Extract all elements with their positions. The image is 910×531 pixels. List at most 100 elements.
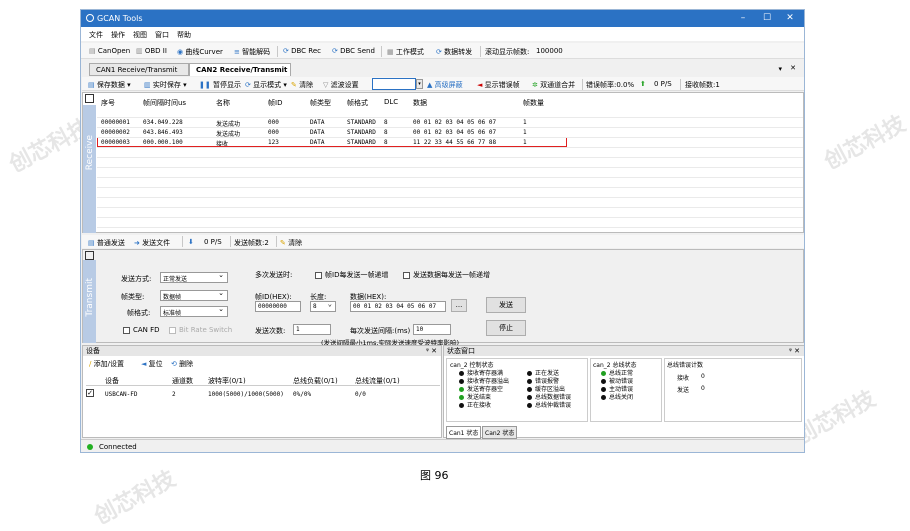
pin-close-icon[interactable]: ᵠ ✕ [789,346,800,356]
menu-file[interactable]: 文件 [89,30,103,40]
workmode-button[interactable]: ▦ 工作模式 [387,47,424,57]
data-increment-checkbox[interactable]: 发送数据每发送一帧递增 [403,270,490,280]
dropdown-icon[interactable]: ▾ [778,65,782,73]
decode-label: 智能解码 [242,48,271,56]
save-data-label: 保存数据 [96,81,125,89]
cell: USBCAN-FD [105,391,138,398]
length-select[interactable]: 8 [310,300,336,312]
frame-id-input[interactable]: 00000000 [255,301,301,312]
obd-button[interactable]: ▥ OBD II [136,47,167,55]
dbc-send-button[interactable]: ⟳ DBC Send [332,47,375,55]
add-device-button[interactable]: / 添加/设置 [89,359,124,369]
reset-button[interactable]: ◄ 复位 [141,359,163,369]
col-format: 帧格式 [347,99,368,107]
send-times-input[interactable]: 1 [293,324,331,335]
send-panel: Transmit 发送方式: 正常发送 帧类型: 数据帧 帧格式: 标准帧 CA… [82,249,804,347]
close-button[interactable]: ✕ [781,12,799,25]
advanced-mask-button[interactable]: ▲ 高级屏蔽 [427,80,463,90]
id-increment-label: 帧ID每发送一帧递增 [325,271,389,279]
cell: 043.846.493 [143,129,183,136]
forward-button[interactable]: ⟳ 数据转发 [436,47,472,57]
more-button[interactable]: ... [451,299,467,312]
send-file-label: 发送文件 [142,239,171,247]
error-rate: 错误帧率:0.0% [586,81,635,89]
device-checkbox[interactable]: ✓ [86,389,94,397]
dbc-rec-icon: ⟳ [283,47,292,55]
send-clear-button[interactable]: ✎ 清除 [280,238,302,248]
brs-checkbox[interactable]: Bit Rate Switch [169,326,232,334]
dbc-rec-button[interactable]: ⟳ DBC Rec [283,47,321,55]
menu-operation[interactable]: 操作 [111,30,125,40]
status-item: 总线关闭 [601,392,633,401]
data-hex-input[interactable]: 00 01 02 03 04 05 06 07 [350,301,446,312]
watermark: 创芯科技 [820,111,910,175]
pin-close-icon[interactable]: ᵠ ✕ [426,346,437,356]
realtime-save-button[interactable]: ▥ 实时保存 ▾ [144,80,187,90]
col-count: 帧数量 [523,99,544,107]
curve-button[interactable]: ◉ 曲线Curver [177,47,223,57]
display-mode-icon: ⟳ [245,81,254,89]
frame-format-select[interactable]: 标准帧 [160,305,228,317]
panel-toggle-icon[interactable] [85,94,94,103]
delete-button[interactable]: ⟲ 删除 [171,359,193,369]
recv-ps: 0 P/S [654,80,672,88]
rolling-frames-value[interactable]: 100000 [536,47,563,55]
menu-view[interactable]: 视图 [133,30,147,40]
display-mode-button[interactable]: ⟳ 显示模式 ▾ [245,80,287,90]
send-button[interactable]: 发送 [486,297,526,313]
canfd-label: CAN FD [133,326,160,334]
control-status-group: can_2 控制状态 接收寄存器满 接收寄存器溢出 发送寄存器空 发送结束 正在… [446,358,588,422]
channel-tabs: CAN1 Receive/Transmit CAN2 Receive/Trans… [81,63,804,76]
menu-window[interactable]: 窗口 [155,30,169,40]
forward-label: 数据转发 [444,48,473,56]
normal-send-button[interactable]: ▤ 普通发送 [88,238,125,248]
pause-button[interactable]: ❚❚ 暂停显示 [199,80,241,90]
watermark: 创芯科技 [90,466,180,530]
col-seq: 序号 [101,99,115,107]
save-data-button[interactable]: ▤ 保存数据 ▾ [88,80,131,90]
advanced-label: 高级屏蔽 [434,81,463,89]
merge-channels-button[interactable]: ✲ 双通道合并 [532,80,575,90]
show-error-frame-button[interactable]: ◄ 显示错误帧 [477,80,520,90]
clear-button[interactable]: ✎ 清除 [291,80,313,90]
pause-label: 暂停显示 [212,81,241,89]
id-increment-checkbox[interactable]: 帧ID每发送一帧递增 [315,270,388,280]
app-title: GCAN Tools [97,14,143,23]
interval-input[interactable]: 10 [413,324,451,335]
cell: 00000001 [101,119,130,126]
canfd-checkbox[interactable]: CAN FD [123,326,160,334]
send-mode-label: 发送方式: [121,275,152,283]
close-tab-icon[interactable]: ✕ [790,64,796,72]
filter-select[interactable] [372,78,416,90]
tab-can1[interactable]: CAN1 Receive/Transmit [89,63,189,76]
col-type: 帧类型 [310,99,331,107]
cell: 0%/0% [293,391,312,398]
frame-type-select[interactable]: 数据帧 [160,289,228,301]
tab-can2[interactable]: CAN2 Receive/Transmit [189,63,291,76]
display-mode-label: 显示模式 [253,81,282,89]
checkbox-icon [315,271,322,279]
stop-button[interactable]: 停止 [486,320,526,336]
status-panel-title: 状态窗口 [447,347,475,355]
filter-dropdown-icon[interactable]: ▾ [416,79,423,89]
tab-can1-status[interactable]: Can1 状态 [446,426,482,439]
filter-button[interactable]: ▽ 滤波设置 [323,80,359,90]
panel-toggle-icon[interactable] [85,251,94,260]
send-mode-select[interactable]: 正常发送 [160,271,228,283]
tab-can2-status[interactable]: Can2 状态 [482,426,518,439]
menu-help[interactable]: 帮助 [177,30,191,40]
send-file-button[interactable]: ➜ 发送文件 [134,238,170,248]
minimize-button[interactable]: – [734,12,752,25]
checkbox-icon [123,326,130,334]
connection-status: Connected [99,443,137,451]
decode-button[interactable]: ≡ 智能解码 [234,47,270,57]
maximize-button[interactable]: ☐ [758,12,776,25]
canopen-button[interactable]: ▤ CanOpen [89,47,130,55]
col-interval: 帧间隔时间us [143,99,187,107]
realtime-icon: ▥ [144,81,153,89]
normal-send-icon: ▤ [88,239,97,247]
status-panel: 状态窗口 ᵠ ✕ can_2 控制状态 接收寄存器满 接收寄存器溢出 发送寄存器空… [443,345,804,439]
forward-icon: ⟳ [436,48,445,56]
clear-label: 清除 [299,81,314,89]
recv-error-label: 接收 [677,375,690,382]
